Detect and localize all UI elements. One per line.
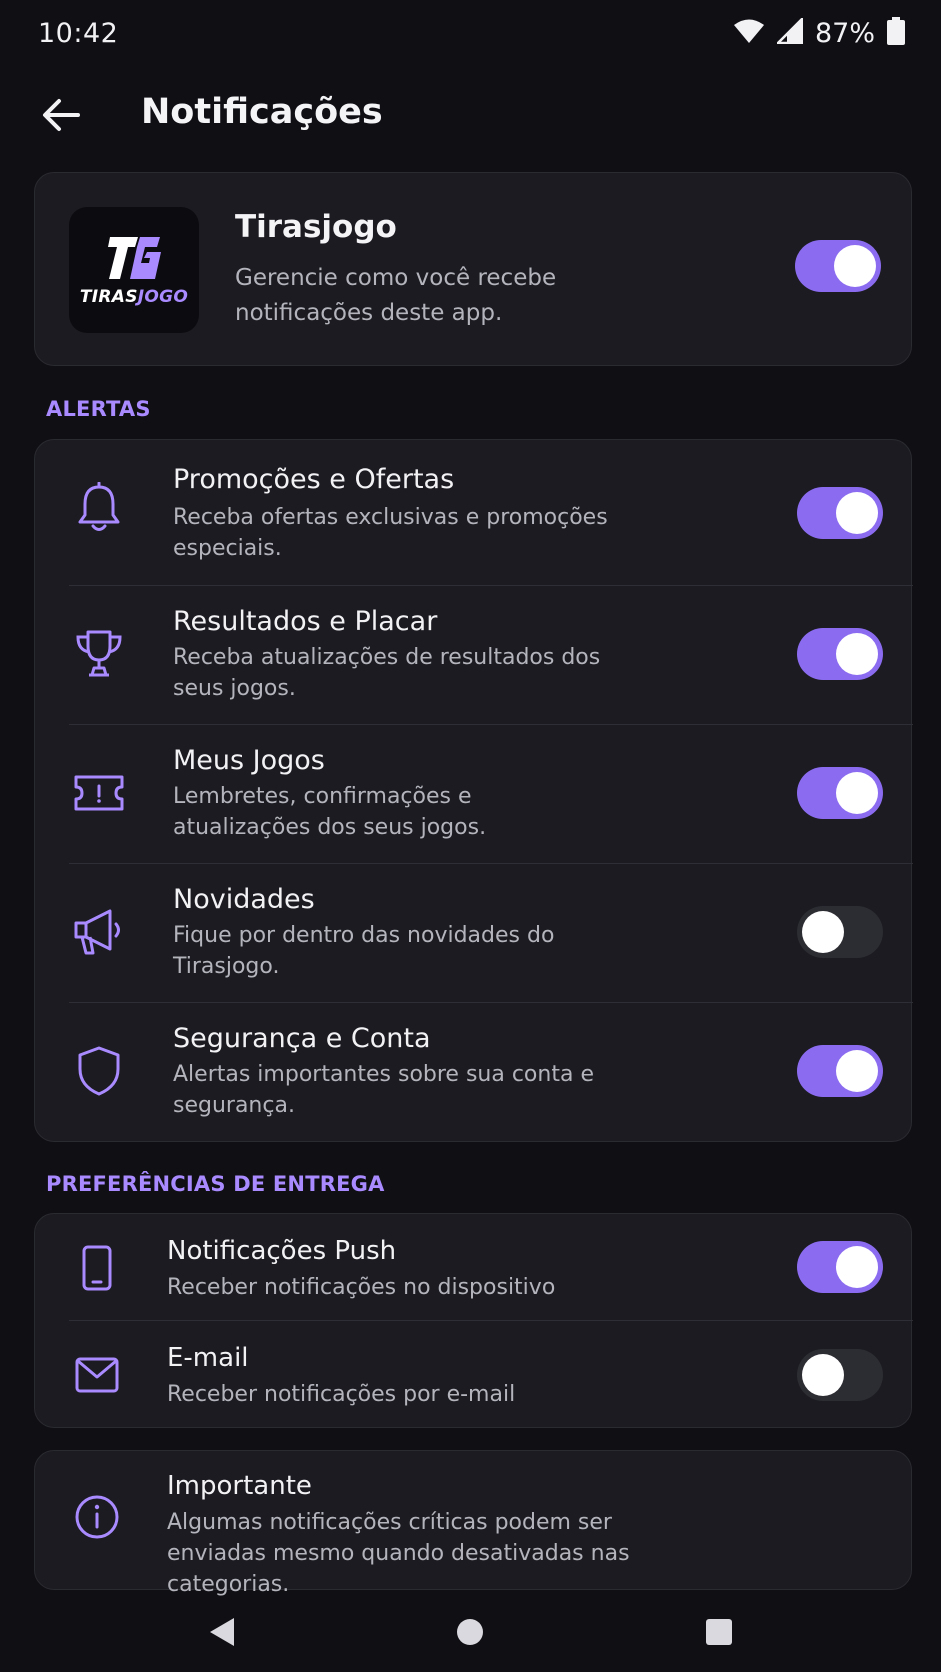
app-name: Tirasjogo <box>235 209 397 245</box>
alert-description: Receba atualizações de resultados dos se… <box>173 645 601 701</box>
delivery-row-email[interactable]: E-mail Receber notificações por e-mail <box>35 1321 913 1429</box>
system-nav-bar <box>0 1592 941 1672</box>
app-notifications-toggle[interactable] <box>795 240 881 292</box>
status-time: 10:42 <box>38 17 119 49</box>
phone-icon <box>69 1240 125 1296</box>
triangle-back-icon <box>210 1618 234 1646</box>
back-button[interactable] <box>38 92 84 138</box>
arrow-left-icon <box>43 99 80 131</box>
alert-title: Segurança e Conta <box>173 1023 431 1054</box>
logo-text-2: JOGO <box>137 287 189 307</box>
delivery-description: Receber notificações por e-mail <box>167 1382 516 1407</box>
status-icons: 87% <box>733 15 905 49</box>
toggle-knob <box>836 1050 878 1092</box>
section-label-delivery: PREFERÊNCIAS DE ENTREGA <box>46 1172 385 1196</box>
my-games-toggle[interactable] <box>797 767 883 819</box>
info-description: Algumas notificações críticas podem ser … <box>167 1510 630 1597</box>
shield-icon <box>71 1043 127 1099</box>
toggle-knob <box>836 492 878 534</box>
important-info-card: Importante Algumas notificações críticas… <box>34 1450 912 1597</box>
alert-row-security[interactable]: Segurança e Conta Alertas importantes so… <box>35 1003 913 1143</box>
push-toggle[interactable] <box>797 1241 883 1293</box>
alerts-card: Promoções e Ofertas Receba ofertas exclu… <box>34 439 913 1143</box>
status-bar: 10:42 87% <box>0 0 941 66</box>
info-icon <box>69 1489 125 1545</box>
nav-back-button[interactable] <box>200 1610 244 1654</box>
alert-description: Fique por dentro das novidades do Tirasj… <box>173 923 555 979</box>
trophy-icon <box>71 626 127 682</box>
nav-home-button[interactable] <box>448 1610 492 1654</box>
notifications-screen: 10:42 87% Notificações TIRASJOGO Tirasjo… <box>0 0 941 1672</box>
wifi-icon <box>733 18 765 48</box>
delivery-row-push[interactable]: Notificações Push Receber notificações n… <box>35 1214 913 1321</box>
app-card: TIRASJOGO Tirasjogo Gerencie como você r… <box>34 172 912 366</box>
alert-title: Meus Jogos <box>173 745 325 776</box>
page-title: Notificações <box>141 92 383 132</box>
toggle-knob <box>836 772 878 814</box>
megaphone-icon <box>71 904 127 960</box>
alert-description: Lembretes, confirmações e atualizações d… <box>173 784 487 840</box>
toggle-knob <box>836 633 878 675</box>
ticket-icon <box>71 765 127 821</box>
logo-text-1: TIRAS <box>79 287 138 307</box>
logo-mark-icon <box>108 237 161 279</box>
section-label-alerts: ALERTAS <box>46 397 151 421</box>
nav-recents-button[interactable] <box>697 1610 741 1654</box>
info-title: Importante <box>167 1471 312 1501</box>
email-toggle[interactable] <box>797 1349 883 1401</box>
toggle-knob <box>836 1246 878 1288</box>
alert-title: Novidades <box>173 884 315 915</box>
delivery-title: E-mail <box>167 1343 249 1373</box>
app-description: Gerencie como você recebe notificações d… <box>235 265 557 326</box>
toggle-knob <box>802 911 844 953</box>
bell-icon <box>71 480 127 536</box>
signal-icon <box>774 15 804 48</box>
alert-title: Promoções e Ofertas <box>173 464 455 495</box>
alert-title: Resultados e Placar <box>173 606 438 637</box>
alert-description: Alertas importantes sobre sua conta e se… <box>173 1062 594 1118</box>
delivery-card: Notificações Push Receber notificações n… <box>34 1213 913 1429</box>
circle-home-icon <box>457 1619 483 1645</box>
toggle-knob <box>834 245 876 287</box>
battery-icon <box>887 17 905 49</box>
battery-percent: 87% <box>814 17 875 49</box>
results-toggle[interactable] <box>797 628 883 680</box>
delivery-title: Notificações Push <box>167 1236 397 1266</box>
logo-wordmark: TIRASJOGO <box>80 287 188 307</box>
toggle-knob <box>802 1354 844 1396</box>
news-toggle[interactable] <box>797 906 883 958</box>
app-header: Notificações <box>0 72 941 158</box>
alert-row-news[interactable]: Novidades Fique por dentro das novidades… <box>35 864 913 1003</box>
alert-description: Receba ofertas exclusivas e promoções es… <box>173 505 608 561</box>
alert-row-promotions[interactable]: Promoções e Ofertas Receba ofertas exclu… <box>35 440 913 586</box>
delivery-description: Receber notificações no dispositivo <box>167 1275 556 1300</box>
alert-row-my-games[interactable]: Meus Jogos Lembretes, confirmações e atu… <box>35 725 913 864</box>
security-toggle[interactable] <box>797 1045 883 1097</box>
mail-icon <box>69 1347 125 1403</box>
promotions-toggle[interactable] <box>797 487 883 539</box>
app-logo: TIRASJOGO <box>69 207 199 333</box>
square-recents-icon <box>706 1619 732 1645</box>
alert-row-results[interactable]: Resultados e Placar Receba atualizações … <box>35 586 913 725</box>
